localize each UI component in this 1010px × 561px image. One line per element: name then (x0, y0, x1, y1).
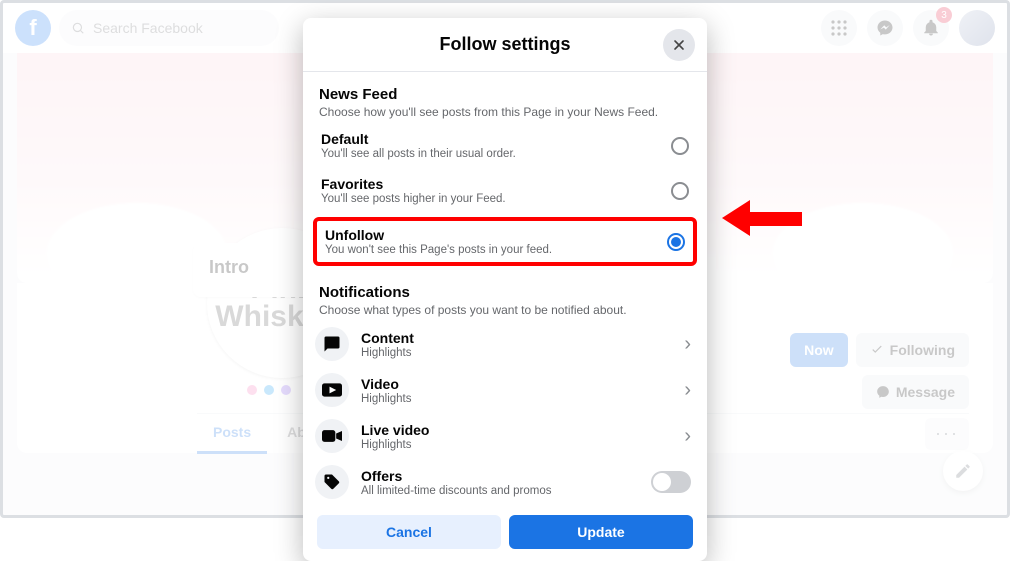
option-default[interactable]: Default You'll see all posts in their us… (303, 123, 707, 168)
tag-icon (323, 473, 341, 491)
notif-video[interactable]: Video Highlights › (303, 367, 707, 413)
notif-live-video[interactable]: Live video Highlights › (303, 413, 707, 459)
radio-default[interactable] (671, 137, 689, 155)
modal-close-button[interactable] (663, 29, 695, 61)
notifications-title: Notifications (319, 284, 691, 301)
modal-button-row: Cancel Update (303, 505, 707, 549)
chevron-right-icon: › (684, 333, 691, 356)
option-sub: You'll see all posts in their usual orde… (321, 148, 661, 160)
notifications-sub: Choose what types of posts you want to b… (319, 303, 691, 317)
option-favorites[interactable]: Favorites You'll see posts higher in you… (303, 168, 707, 213)
follow-settings-modal: Follow settings News Feed Choose how you… (303, 18, 707, 561)
close-icon (671, 37, 687, 53)
offers-toggle[interactable] (651, 471, 691, 493)
option-unfollow[interactable]: Unfollow You won't see this Page's posts… (313, 217, 697, 266)
camcorder-icon (322, 429, 342, 443)
notif-content[interactable]: Content Highlights › (303, 321, 707, 367)
newsfeed-sub: Choose how you'll see posts from this Pa… (319, 105, 691, 119)
callout-arrow (722, 200, 802, 236)
option-title: Default (321, 131, 661, 147)
notifications-section: Notifications Choose what types of posts… (303, 270, 707, 321)
option-title: Favorites (321, 176, 661, 192)
chat-bubble-icon (323, 335, 341, 353)
radio-favorites[interactable] (671, 182, 689, 200)
live-video-icon-wrap (315, 419, 349, 453)
chevron-right-icon: › (684, 379, 691, 402)
newsfeed-section: News Feed Choose how you'll see posts fr… (303, 72, 707, 123)
notif-offers[interactable]: Offers All limited-time discounts and pr… (303, 459, 707, 505)
modal-header: Follow settings (303, 18, 707, 72)
option-title: Unfollow (325, 227, 657, 243)
option-sub: You'll see posts higher in your Feed. (321, 193, 661, 205)
modal-title: Follow settings (439, 34, 570, 55)
chevron-right-icon: › (684, 425, 691, 448)
cancel-button[interactable]: Cancel (317, 515, 501, 549)
video-icon-wrap (315, 373, 349, 407)
offers-icon-wrap (315, 465, 349, 499)
newsfeed-title: News Feed (319, 86, 691, 103)
radio-unfollow[interactable] (667, 233, 685, 251)
option-sub: You won't see this Page's posts in your … (325, 244, 657, 256)
content-icon (315, 327, 349, 361)
video-icon (322, 383, 342, 397)
update-button[interactable]: Update (509, 515, 693, 549)
